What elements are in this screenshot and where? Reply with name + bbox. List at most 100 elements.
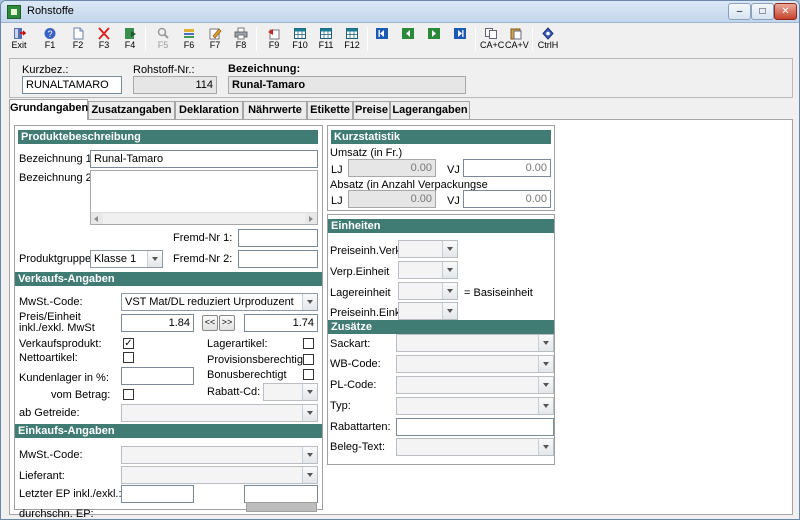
provision-label: Provisionsberechtigt: xyxy=(207,354,310,366)
rabattarten-field[interactable] xyxy=(396,418,554,436)
provision-checkbox[interactable] xyxy=(303,354,314,365)
new-button[interactable]: F2 xyxy=(67,25,89,52)
close-button[interactable]: ✕ xyxy=(774,3,797,20)
preis-inkl-field[interactable]: 1.84 xyxy=(121,314,194,332)
lager-combo[interactable] xyxy=(398,282,458,300)
next-record-button[interactable] xyxy=(425,25,443,52)
tab-zusatzangaben[interactable]: Zusatzangaben xyxy=(88,101,175,119)
chevron-down-icon[interactable] xyxy=(538,335,553,351)
save-button[interactable]: F4 xyxy=(119,25,141,52)
list-button[interactable]: F6 xyxy=(178,25,200,52)
maximize-button[interactable]: □ xyxy=(751,3,774,20)
exit-button[interactable]: Exit xyxy=(9,25,29,52)
paste-icon xyxy=(510,28,522,40)
tab-etikette[interactable]: Etikette xyxy=(307,101,353,119)
einheiten-panel: Einheiten Preiseinh.Verk. Verp.Einheit L… xyxy=(327,214,555,465)
copy-button[interactable]: CA+C xyxy=(480,25,504,52)
verp-combo[interactable] xyxy=(398,261,458,279)
chevron-down-icon[interactable] xyxy=(538,356,553,372)
tab-lagerangaben[interactable]: Lagerangaben xyxy=(390,101,470,119)
wb-combo[interactable] xyxy=(396,355,554,373)
netto-checkbox[interactable] xyxy=(123,352,134,363)
chevron-down-icon[interactable] xyxy=(147,251,162,267)
tab-naehrwerte[interactable]: Nährwerte xyxy=(243,101,307,119)
scroll-left-icon[interactable] xyxy=(91,213,103,224)
preis-label: Preis/Einheit inkl./exkl. MwSt xyxy=(19,311,95,334)
preiseinh-verk-combo[interactable] xyxy=(398,240,458,258)
help-button[interactable]: ? F1 xyxy=(39,25,61,52)
verkauf-mwst-combo[interactable]: VST Mat/DL reduziert Urproduzent xyxy=(121,293,318,311)
chevron-down-icon[interactable] xyxy=(302,467,317,483)
letzter-ep-exkl-field[interactable] xyxy=(244,485,318,503)
scroll-right-icon[interactable] xyxy=(305,213,317,224)
kundenlager-label: Kundenlager in %: xyxy=(19,372,109,384)
main-window: Rohstoffe – □ ✕ Exit ? F1 F2 F3 F4 F5 F6… xyxy=(0,0,800,520)
previous-record-button[interactable] xyxy=(399,25,417,52)
convert-right-button[interactable]: >> xyxy=(219,315,235,331)
last-record-button[interactable] xyxy=(451,25,469,52)
tab-preise[interactable]: Preise xyxy=(353,101,390,119)
chevron-down-icon[interactable] xyxy=(442,262,457,278)
tab-deklaration[interactable]: Deklaration xyxy=(175,101,243,119)
gruppe-combo[interactable]: Klasse 1 xyxy=(90,250,163,268)
chevron-down-icon[interactable] xyxy=(538,377,553,393)
typ-combo[interactable] xyxy=(396,397,554,415)
fremd2-field[interactable] xyxy=(238,250,318,268)
minimize-button[interactable]: – xyxy=(728,3,751,20)
svg-text:?: ? xyxy=(47,29,52,39)
einkauf-header: Einkaufs-Angaben xyxy=(15,424,322,438)
sackart-combo[interactable] xyxy=(396,334,554,352)
edit-button[interactable]: F7 xyxy=(204,25,226,52)
bonus-checkbox[interactable] xyxy=(303,369,314,380)
chevron-down-icon[interactable] xyxy=(442,303,457,319)
lieferant-combo[interactable] xyxy=(121,466,318,484)
pl-label: PL-Code: xyxy=(330,379,377,391)
first-record-button[interactable] xyxy=(373,25,391,52)
convert-left-button[interactable]: << xyxy=(202,315,218,331)
kundenlager-field[interactable] xyxy=(121,367,194,385)
delete-button[interactable]: F3 xyxy=(93,25,115,52)
export-button[interactable]: F9 xyxy=(263,25,285,52)
chevron-down-icon[interactable] xyxy=(302,447,317,463)
app-icon xyxy=(7,5,21,19)
preiseinh-eink-combo[interactable] xyxy=(398,302,458,320)
fremd1-field[interactable] xyxy=(238,229,318,247)
verkauf-mwst-value: VST Mat/DL reduziert Urproduzent xyxy=(125,296,294,308)
export-icon xyxy=(268,29,280,40)
print-button[interactable]: F8 xyxy=(230,25,252,52)
chevron-down-icon[interactable] xyxy=(442,241,457,257)
chevron-down-icon[interactable] xyxy=(442,283,457,299)
kurzbez-field[interactable]: RUNALTAMARO xyxy=(22,76,122,94)
letzter-ep-inkl-field[interactable] xyxy=(121,485,194,503)
beleg-combo[interactable] xyxy=(396,438,554,456)
verkaufsprodukt-checkbox[interactable]: ✓ xyxy=(123,338,134,349)
bez1-field[interactable]: Runal-Tamaro xyxy=(90,150,318,168)
preis-exkl-field[interactable]: 1.74 xyxy=(244,314,318,332)
tab-grundangaben[interactable]: Grundangaben xyxy=(9,99,88,120)
vom-betrag-checkbox[interactable] xyxy=(123,389,134,400)
einkauf-mwst-combo[interactable] xyxy=(121,446,318,464)
lagerartikel-label: Lagerartikel: xyxy=(207,338,268,350)
table-button-f10[interactable]: F10 xyxy=(289,25,311,52)
rohstoff-nr-field: 114 xyxy=(133,76,217,94)
rabatt-label: Rabatt-Cd: xyxy=(207,386,261,398)
ab-getreide-combo[interactable] xyxy=(121,404,318,422)
bez2-scrollbar[interactable] xyxy=(91,212,317,224)
chevron-down-icon[interactable] xyxy=(538,439,553,455)
paste-button[interactable]: CA+V xyxy=(505,25,529,52)
lagerartikel-checkbox[interactable] xyxy=(303,338,314,349)
bez2-textarea[interactable] xyxy=(90,170,318,225)
letzter-ep-label: Letzter EP inkl./exkl.: xyxy=(19,488,122,500)
chevron-down-icon[interactable] xyxy=(302,384,317,400)
table-button-f12[interactable]: F12 xyxy=(341,25,363,52)
history-button[interactable]: CtrlH xyxy=(537,25,559,52)
table-button-f11[interactable]: F11 xyxy=(315,25,337,52)
rabatt-combo[interactable] xyxy=(263,383,318,401)
pl-combo[interactable] xyxy=(396,376,554,394)
search-button[interactable]: F5 xyxy=(152,25,174,52)
chevron-down-icon[interactable] xyxy=(302,294,317,310)
chevron-down-icon[interactable] xyxy=(302,405,317,421)
durchschn-label: durchschn. EP: xyxy=(19,508,94,520)
chevron-down-icon[interactable] xyxy=(538,398,553,414)
next-record-icon xyxy=(428,28,440,39)
